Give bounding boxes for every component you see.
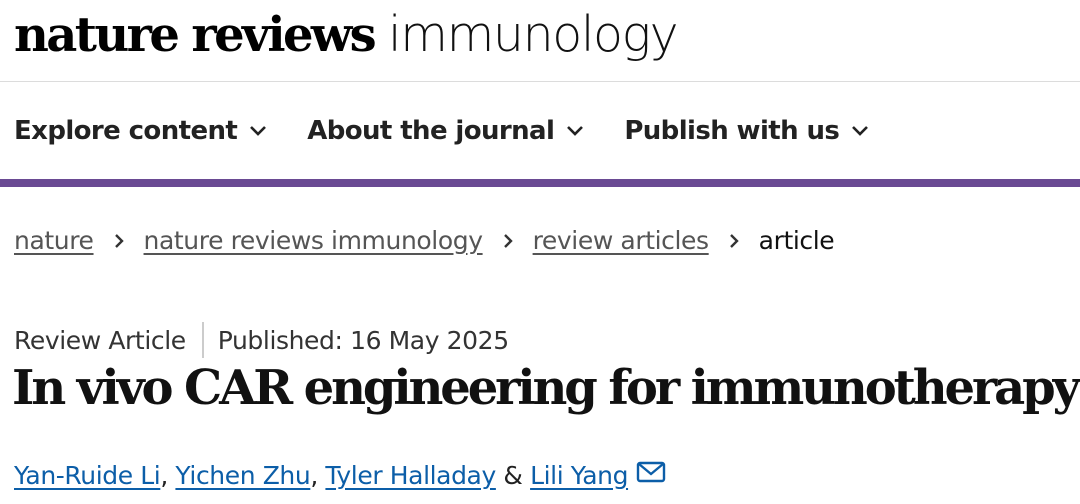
journal-logo[interactable]: nature reviews immunology <box>14 6 679 63</box>
meta-divider <box>201 322 204 358</box>
author-list: Yan-Ruide Li , Yichen Zhu , Tyler Hallad… <box>14 461 666 490</box>
author-separator: & <box>503 461 523 490</box>
breadcrumb: nature nature reviews immunology review … <box>14 226 835 255</box>
nav-item-label: Explore content <box>14 116 238 146</box>
article-title: In vivo CAR engineering for immunotherap… <box>12 360 1080 416</box>
mail-icon[interactable] <box>636 461 666 483</box>
author-separator: , <box>160 461 168 490</box>
breadcrumb-nature[interactable]: nature <box>14 226 94 255</box>
breadcrumb-journal[interactable]: nature reviews immunology <box>144 226 483 255</box>
nav-publish-with-us[interactable]: Publish with us <box>624 116 869 146</box>
breadcrumb-review-articles[interactable]: review articles <box>533 226 709 255</box>
logo-journal-name: immunology <box>388 6 679 63</box>
author-link[interactable]: Lili Yang <box>530 461 628 490</box>
breadcrumb-current: article <box>758 226 835 255</box>
chevron-down-icon <box>567 126 584 136</box>
chevron-right-icon <box>503 233 513 248</box>
nav-about-the-journal[interactable]: About the journal <box>307 116 584 146</box>
chevron-right-icon <box>114 233 124 248</box>
author-link[interactable]: Yichen Zhu <box>175 461 310 490</box>
article-type: Review Article <box>14 325 186 355</box>
author-link[interactable]: Yan-Ruide Li <box>14 461 161 490</box>
logo-brand: nature reviews <box>14 7 377 63</box>
nav-item-label: About the journal <box>307 116 555 146</box>
published-date: Published: 16 May 2025 <box>217 325 509 355</box>
chevron-down-icon <box>852 126 869 136</box>
author-link[interactable]: Tyler Halladay <box>325 461 496 490</box>
nav-item-label: Publish with us <box>624 116 840 146</box>
author-separator: , <box>310 461 318 490</box>
article-meta: Review Article Published: 16 May 2025 <box>14 322 509 358</box>
main-nav: Explore content About the journal Publis… <box>0 82 1080 180</box>
chevron-right-icon <box>729 233 739 248</box>
site-header: nature reviews immunology <box>0 0 1080 82</box>
chevron-down-icon <box>250 126 267 136</box>
nav-explore-content[interactable]: Explore content <box>14 116 267 146</box>
accent-bar <box>0 179 1080 187</box>
